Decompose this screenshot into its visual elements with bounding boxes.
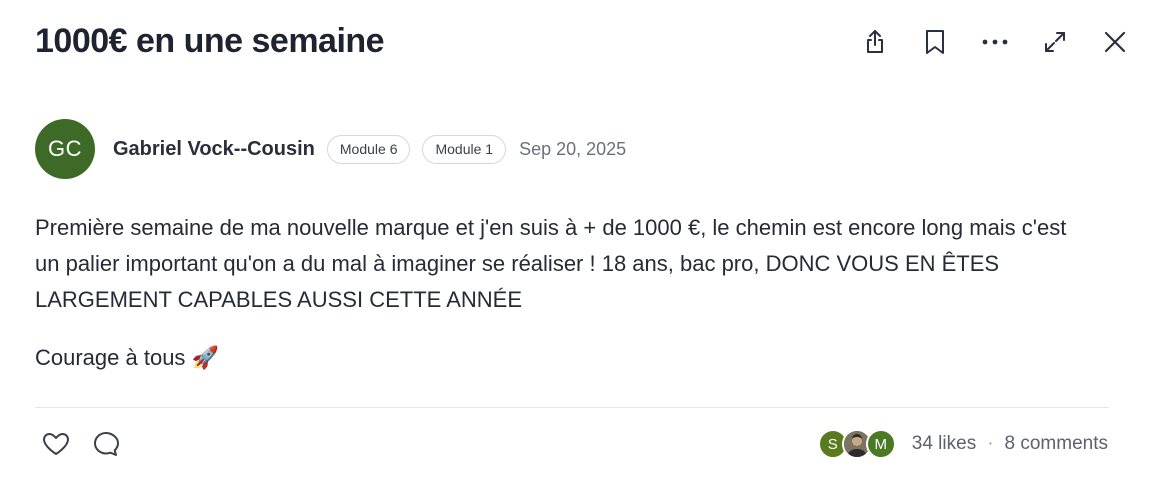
expand-button[interactable]: [1035, 22, 1075, 62]
post-title: 1000€ en une semaine: [35, 22, 385, 60]
post-date: Sep 20, 2025: [519, 138, 627, 159]
post-body-paragraph: Première semaine de ma nouvelle marque e…: [35, 215, 1067, 312]
author-avatar[interactable]: GC: [35, 119, 95, 179]
share-icon: [867, 30, 883, 53]
bookmark-button[interactable]: [915, 22, 955, 62]
close-button[interactable]: [1095, 22, 1135, 62]
post-stats: S M 34 likes · 8 comments: [817, 428, 1108, 460]
stats-separator: ·: [987, 433, 994, 454]
liker-avatar: M: [865, 429, 896, 459]
share-button[interactable]: [855, 22, 895, 62]
comments-count[interactable]: 8 comments: [1005, 433, 1108, 455]
post-body-paragraph: Courage à tous 🚀: [35, 345, 219, 370]
author-name[interactable]: Gabriel Vock--Cousin: [113, 138, 315, 161]
post-body: Première semaine de ma nouvelle marque e…: [35, 210, 1095, 376]
comment-icon: [94, 432, 119, 456]
close-icon: [1104, 31, 1126, 53]
more-options-button[interactable]: [975, 22, 1015, 62]
comment-button[interactable]: [88, 426, 124, 462]
divider: [35, 407, 1109, 408]
heart-icon: [43, 433, 69, 455]
more-icon: [982, 39, 1008, 45]
bookmark-icon: [926, 30, 944, 54]
like-button[interactable]: [38, 426, 74, 462]
module-badge-6: Module 6: [326, 134, 411, 164]
expand-icon: [1045, 32, 1065, 52]
header-actions: [855, 22, 1135, 62]
module-badge-1: Module 1: [422, 134, 507, 164]
likers-avatars[interactable]: S M: [817, 429, 896, 459]
likes-count[interactable]: 34 likes: [912, 433, 976, 455]
post-modal: 1000€ en une semaine GC Gabriel Vock--Co…: [0, 0, 1154, 488]
author-row: GC Gabriel Vock--Cousin Module 6 Module …: [35, 119, 626, 179]
post-actions: [38, 426, 138, 462]
